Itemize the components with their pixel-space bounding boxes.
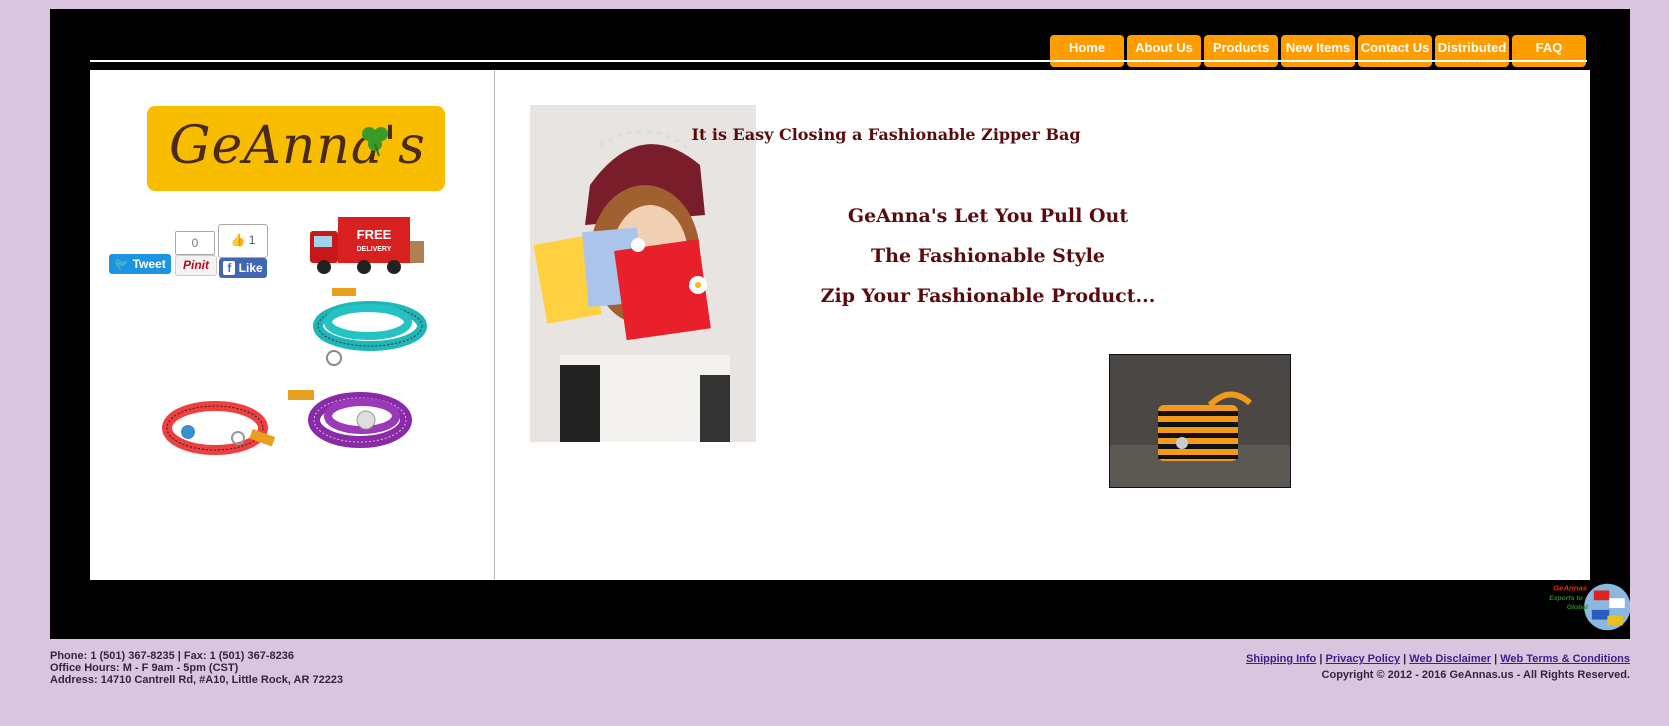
nav-distributed[interactable]: Distributed xyxy=(1435,35,1509,67)
nav-products[interactable]: Products xyxy=(1204,35,1278,67)
badge-line-1: GeAnnas xyxy=(1553,584,1588,593)
address: Address: 14710 Cantrell Rd, #A10, Little… xyxy=(50,674,344,686)
hero-line-3: Zip Your Fashionable Product... xyxy=(820,285,1156,307)
page-frame: Home About Us Products New Items Contact… xyxy=(50,9,1630,639)
office-hours: Office Hours: M - F 9am - 5pm (CST) xyxy=(50,662,239,674)
content-panel: GeAnna's 🐦 Tweet 0 Pinit 👍 1 f Like FREE… xyxy=(90,70,1590,580)
pinit-button[interactable]: Pinit xyxy=(175,255,217,276)
clover-icon xyxy=(362,127,388,157)
link-separator: | xyxy=(1403,653,1407,665)
tweet-button[interactable]: 🐦 Tweet xyxy=(109,254,171,274)
contact-info: Phone: 1 (501) 367-8235 | Fax: 1 (501) 3… xyxy=(50,650,343,686)
orange-zipper-bag-photo[interactable] xyxy=(1109,354,1291,488)
thumbs-up-icon: 👍 xyxy=(230,233,246,247)
privacy-policy-link[interactable]: Privacy Policy xyxy=(1325,653,1400,665)
model-photo-illustration xyxy=(530,105,756,442)
model-with-zipper-bags-photo[interactable] xyxy=(530,105,756,442)
web-disclaimer-link[interactable]: Web Disclaimer xyxy=(1409,653,1491,665)
like-count: 👍 1 xyxy=(218,224,268,258)
like-count-value: 1 xyxy=(248,233,256,247)
footer-links: Shipping Info | Privacy Policy | Web Dis… xyxy=(1246,651,1630,683)
zipper-bag-illustration xyxy=(1110,355,1290,487)
tweet-label: Tweet xyxy=(132,257,166,271)
facebook-icon: f xyxy=(223,261,236,275)
delivery-text-free: FREE xyxy=(357,227,392,242)
hero-line-2: The Fashionable Style xyxy=(871,245,1105,267)
header-rule xyxy=(90,60,1587,62)
hero-headline: It is Easy Closing a Fashionable Zipper … xyxy=(691,125,1081,144)
nav-faq[interactable]: FAQ xyxy=(1512,35,1586,67)
main-nav: Home About Us Products New Items Contact… xyxy=(1050,35,1589,67)
purple-zipper-bracelet-image[interactable] xyxy=(288,376,418,464)
column-divider xyxy=(494,70,495,580)
facebook-like-button[interactable]: f Like xyxy=(219,258,267,278)
link-separator: | xyxy=(1494,653,1498,665)
export-globe-icon[interactable]: GeAnnas Exports to Global xyxy=(1546,577,1630,637)
link-separator: | xyxy=(1319,653,1323,665)
pin-count: 0 xyxy=(175,231,215,255)
twitter-bird-icon: 🐦 xyxy=(114,257,130,271)
free-delivery-truck-image[interactable]: FREE DELIVERY xyxy=(302,211,427,283)
delivery-text-delivery: DELIVERY xyxy=(357,246,392,253)
badge-line-2: Exports to xyxy=(1549,595,1582,602)
copyright: Copyright © 2012 - 2016 GeAnnas.us - All… xyxy=(1321,669,1630,681)
teal-zipper-bracelet-image[interactable] xyxy=(302,288,427,368)
like-label: Like xyxy=(238,261,263,275)
nav-home[interactable]: Home xyxy=(1050,35,1124,67)
hero-line-1: GeAnna's Let You Pull Out xyxy=(847,205,1129,227)
red-zipper-bracelet-image[interactable] xyxy=(160,388,280,468)
phone-fax: Phone: 1 (501) 367-8235 | Fax: 1 (501) 3… xyxy=(50,650,294,662)
geannas-logo[interactable]: GeAnna's xyxy=(147,106,445,191)
nav-contact-us[interactable]: Contact Us xyxy=(1358,35,1432,67)
nav-new-items[interactable]: New Items xyxy=(1281,35,1355,67)
badge-line-3: Global xyxy=(1567,604,1588,611)
web-terms-link[interactable]: Web Terms & Conditions xyxy=(1500,653,1630,665)
nav-about-us[interactable]: About Us xyxy=(1127,35,1201,67)
shipping-info-link[interactable]: Shipping Info xyxy=(1246,653,1316,665)
